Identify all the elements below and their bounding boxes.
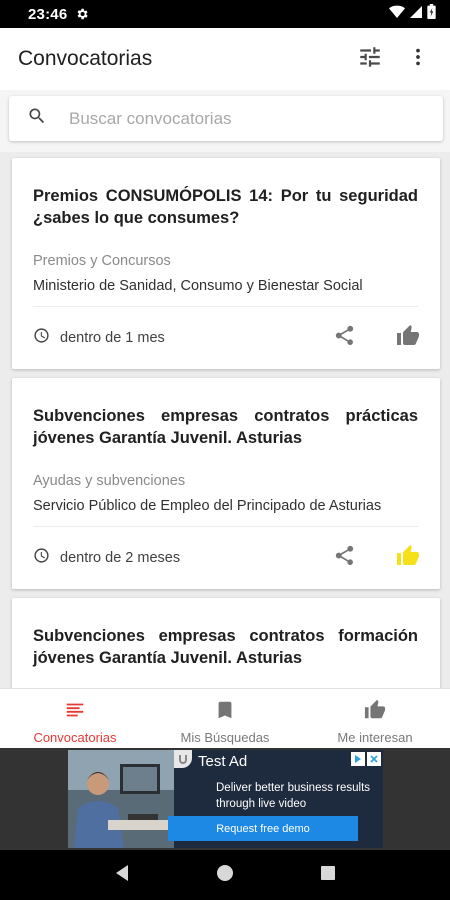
thumb-up-icon — [396, 324, 420, 353]
search-placeholder: Buscar convocatorias — [69, 108, 232, 128]
list-item[interactable]: Premios CONSUMÓPOLIS 14: Por tu segurida… — [12, 158, 440, 369]
card-organization: Servicio Público de Empleo del Principad… — [33, 498, 382, 514]
tab-me-interesan[interactable]: Me interesan — [300, 689, 450, 748]
tab-mis-busquedas[interactable]: Mis Búsquedas — [150, 689, 300, 748]
list-item[interactable]: Subvenciones empresas contratos práctica… — [12, 378, 440, 589]
ad-area: Test Ad Deliver better business results … — [0, 748, 450, 850]
card-deadline: dentro de 2 meses — [60, 550, 181, 566]
card-title: Premios CONSUMÓPOLIS 14: Por tu segurida… — [33, 187, 418, 227]
status-time: 23:46 — [28, 5, 68, 23]
tab-label: Me interesan — [337, 730, 413, 745]
back-button[interactable] — [102, 855, 142, 895]
share-icon — [333, 544, 356, 572]
card-title: Subvenciones empresas contratos formació… — [33, 627, 418, 667]
list-icon — [64, 699, 86, 726]
recents-button[interactable] — [308, 855, 348, 895]
more-vert-icon — [407, 46, 429, 73]
convocatorias-list: Premios CONSUMÓPOLIS 14: Por tu segurida… — [0, 152, 450, 688]
share-button[interactable] — [322, 536, 366, 580]
home-button[interactable] — [205, 855, 245, 895]
search-area: Buscar convocatorias — [0, 90, 450, 152]
signal-icon — [410, 5, 422, 24]
tab-label: Convocatorias — [33, 730, 117, 745]
bookmark-icon — [214, 699, 236, 726]
status-bar: 23:46 — [0, 0, 450, 28]
tab-convocatorias[interactable]: Convocatorias — [0, 689, 150, 748]
battery-icon — [427, 4, 436, 24]
card-category: Premios y Concursos — [33, 253, 171, 269]
search-input[interactable]: Buscar convocatorias — [9, 96, 443, 141]
like-button[interactable] — [386, 536, 430, 580]
search-icon — [27, 106, 47, 131]
overflow-menu-button[interactable] — [394, 35, 442, 83]
ad-photo — [68, 750, 174, 848]
clock-icon — [33, 327, 50, 349]
home-circle-icon — [216, 864, 234, 887]
app-bar: Convocatorias — [0, 28, 450, 90]
card-category: Ayudas y subvenciones — [33, 473, 186, 489]
thumb-up-icon — [364, 699, 386, 726]
system-navigation-bar — [0, 850, 450, 900]
tab-label: Mis Búsquedas — [180, 730, 270, 745]
thumb-up-icon — [396, 544, 420, 573]
like-button[interactable] — [386, 316, 430, 360]
bottom-navigation: Convocatorias Mis Búsquedas Me interesan — [0, 688, 450, 748]
ad-banner[interactable]: Test Ad Deliver better business results … — [68, 750, 383, 848]
ad-badge — [174, 750, 192, 768]
card-title: Subvenciones empresas contratos práctica… — [33, 407, 418, 447]
tune-icon — [357, 44, 383, 75]
ad-headline: Deliver better business results through … — [216, 782, 371, 810]
back-triangle-icon — [114, 864, 130, 887]
share-button[interactable] — [322, 316, 366, 360]
ad-choices[interactable] — [351, 752, 381, 766]
list-item[interactable]: Subvenciones empresas contratos formació… — [12, 598, 440, 688]
filter-button[interactable] — [346, 35, 394, 83]
ad-label: Test Ad — [198, 753, 248, 770]
card-deadline: dentro de 1 mes — [60, 330, 165, 346]
close-icon[interactable] — [367, 752, 381, 766]
recents-square-icon — [320, 865, 336, 886]
share-icon — [333, 324, 356, 352]
settings-gear-icon — [75, 7, 89, 21]
card-organization: Ministerio de Sanidad, Consumo y Bienest… — [33, 278, 363, 294]
page-title: Convocatorias — [18, 47, 153, 70]
ad-choices-icon — [351, 752, 365, 766]
wifi-icon — [389, 5, 405, 24]
clock-icon — [33, 547, 50, 569]
ad-cta-button[interactable]: Request free demo — [168, 816, 358, 841]
